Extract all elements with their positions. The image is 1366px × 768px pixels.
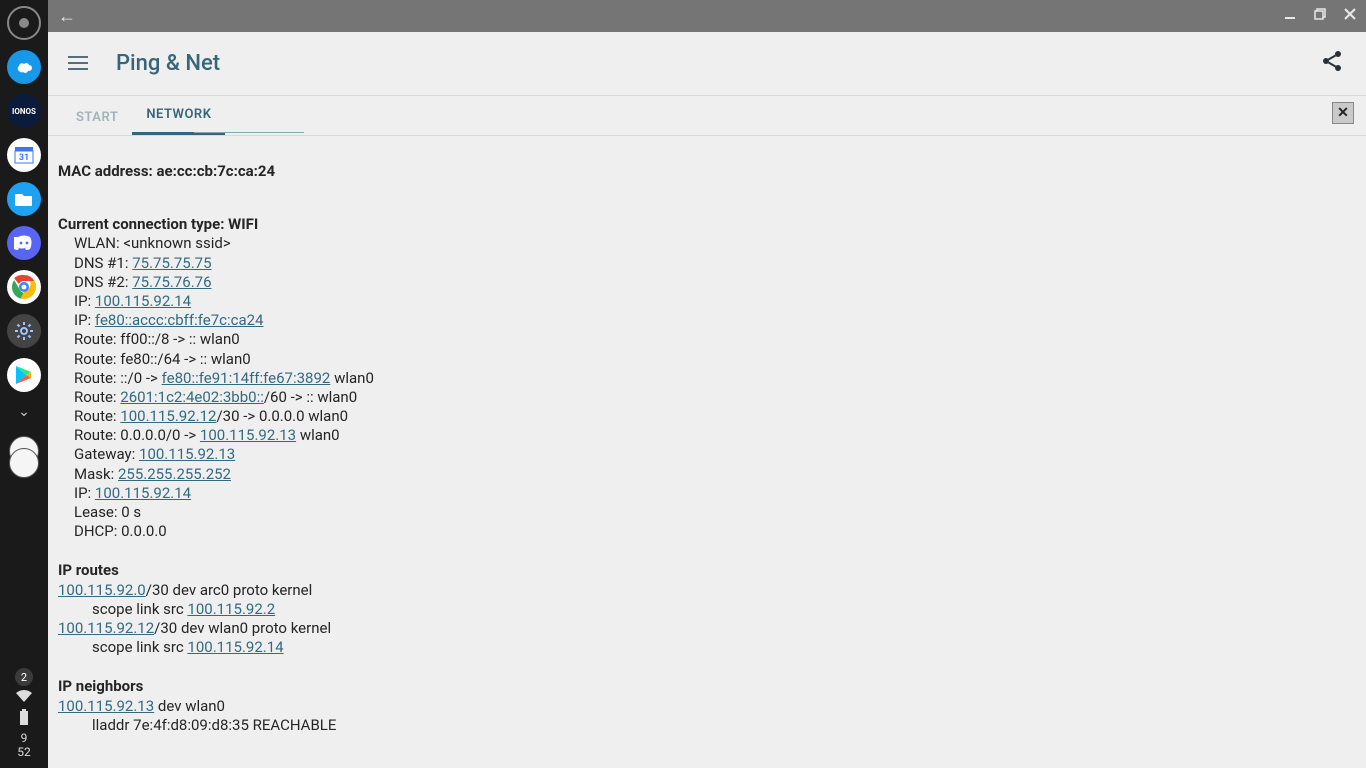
route-4-pre: Route: xyxy=(74,388,120,406)
system-tray[interactable]: 2 9 52 xyxy=(15,668,33,768)
iproute2-link[interactable]: 100.115.92.12 xyxy=(58,619,154,637)
dns2-label: DNS #2: xyxy=(74,273,132,291)
share-button[interactable] xyxy=(1320,49,1344,79)
route-6-link[interactable]: 100.115.92.13 xyxy=(200,426,296,444)
iproute2-post: /30 dev wlan0 proto kernel xyxy=(154,619,331,637)
iproute1b-link[interactable]: 100.115.92.2 xyxy=(187,600,275,618)
notification-count[interactable]: 2 xyxy=(15,668,33,686)
os-shelf: IONOS 31 ⌄ 2 9 52 xyxy=(0,0,48,768)
window-titlebar: ← xyxy=(48,0,1366,32)
minimize-button[interactable] xyxy=(1284,8,1296,24)
app-bar: Ping & Net xyxy=(48,32,1366,96)
tab-bar: START NETWORK ✕ xyxy=(48,96,1366,136)
ip-c-link[interactable]: 100.115.92.14 xyxy=(95,484,191,502)
conn-type-label: Current connection type: xyxy=(58,215,228,233)
mac-value: ae:cc:cb:7c:ca:24 xyxy=(157,162,276,180)
ip-b-label: IP: xyxy=(74,311,95,329)
clock: 9 52 xyxy=(17,732,31,760)
app-title: Ping & Net xyxy=(116,51,220,76)
panel-close-button[interactable]: ✕ xyxy=(1332,102,1354,124)
shelf-app-settings[interactable] xyxy=(7,314,41,348)
route-3-pre: Route: ::/0 -> xyxy=(74,369,162,387)
gateway-link[interactable]: 100.115.92.13 xyxy=(139,445,235,463)
mask-label: Mask: xyxy=(74,465,118,483)
wlan-ssid: <unknown ssid> xyxy=(123,234,230,252)
shelf-app-ionos[interactable]: IONOS xyxy=(7,94,41,128)
shelf-app-stack[interactable] xyxy=(7,436,41,476)
wifi-icon xyxy=(16,690,32,705)
shelf-app-calendar[interactable]: 31 xyxy=(7,138,41,172)
dns1-label: DNS #1: xyxy=(74,254,132,272)
route-1: Route: ff00::/8 -> :: wlan0 xyxy=(58,330,1356,349)
gateway-label: Gateway: xyxy=(74,445,139,463)
route-4-post: /60 -> :: wlan0 xyxy=(264,388,357,406)
tab-underline xyxy=(194,132,304,133)
dhcp: DHCP: 0.0.0.0 xyxy=(58,522,1356,541)
network-content: MAC address: ae:cc:cb:7c:ca:24 Current c… xyxy=(48,136,1366,745)
clock-hour: 9 xyxy=(17,732,31,746)
ip-c-label: IP: xyxy=(74,484,95,502)
route-6-pre: Route: 0.0.0.0/0 -> xyxy=(74,426,200,444)
shelf-app-discord[interactable] xyxy=(7,226,41,260)
route-5-post: /30 -> 0.0.0.0 wlan0 xyxy=(216,407,348,425)
route-5-link[interactable]: 100.115.92.12 xyxy=(120,407,216,425)
restore-button[interactable] xyxy=(1314,8,1326,24)
lease: Lease: 0 s xyxy=(58,503,1356,522)
shelf-app-files[interactable] xyxy=(7,182,41,216)
ip-b-link[interactable]: fe80::accc:cbff:fe7c:ca24 xyxy=(95,311,264,329)
wlan-label: WLAN: xyxy=(74,234,123,252)
ip-neighbors-header: IP neighbors xyxy=(58,677,143,695)
mac-label: MAC address: xyxy=(58,162,157,180)
dns1-link[interactable]: 75.75.75.75 xyxy=(132,254,211,272)
iproute1-post: /30 dev arc0 proto kernel xyxy=(146,581,313,599)
ip-a-link[interactable]: 100.115.92.14 xyxy=(95,292,191,310)
shelf-app-play[interactable] xyxy=(7,358,41,392)
route-3-link[interactable]: fe80::fe91:14ff:fe67:3892 xyxy=(162,369,331,387)
dns2-link[interactable]: 75.75.76.76 xyxy=(132,273,211,291)
neigh1-link[interactable]: 100.115.92.13 xyxy=(58,697,154,715)
neigh1-post: dev wlan0 xyxy=(154,697,225,715)
route-2: Route: fe80::/64 -> :: wlan0 xyxy=(58,350,1356,369)
tab-network[interactable]: NETWORK xyxy=(132,95,225,135)
tab-start[interactable]: START xyxy=(62,98,132,135)
neigh1-lladdr: lladdr 7e:4f:d8:09:d8:35 REACHABLE xyxy=(58,716,1356,735)
battery-icon xyxy=(19,709,29,728)
app-window: ← Ping & Net START NETWORK ✕ MAC add xyxy=(48,0,1366,768)
shelf-overflow-icon[interactable]: ⌄ xyxy=(18,404,30,420)
ip-a-label: IP: xyxy=(74,292,95,310)
close-button[interactable] xyxy=(1344,8,1356,24)
back-button[interactable]: ← xyxy=(58,6,76,27)
route-6-post: wlan0 xyxy=(296,426,340,444)
ip-routes-header: IP routes xyxy=(58,561,119,579)
iproute1-link[interactable]: 100.115.92.0 xyxy=(58,581,146,599)
mask-link[interactable]: 255.255.255.252 xyxy=(118,465,231,483)
route-4-link[interactable]: 2601:1c2:4e02:3bb0:: xyxy=(120,388,264,406)
route-5-pre: Route: xyxy=(74,407,120,425)
launcher-button[interactable] xyxy=(7,6,41,40)
route-3-post: wlan0 xyxy=(330,369,374,387)
iproute2b-link[interactable]: 100.115.92.14 xyxy=(187,638,283,656)
shelf-app-chrome[interactable] xyxy=(7,270,41,304)
shelf-app-salesforce[interactable] xyxy=(7,50,41,84)
svg-text:31: 31 xyxy=(19,153,29,163)
iproute1b-pre: scope link src xyxy=(92,600,187,618)
conn-type-value: WIFI xyxy=(228,215,258,233)
clock-minute: 52 xyxy=(17,746,31,760)
iproute2b-pre: scope link src xyxy=(92,638,187,656)
hamburger-menu-icon[interactable] xyxy=(68,51,88,76)
